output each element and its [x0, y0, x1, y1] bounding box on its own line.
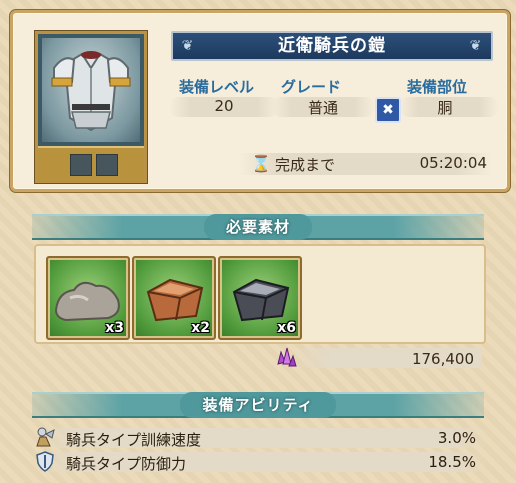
timer-label: 完成まで: [275, 156, 336, 174]
hourglass-icon: ⌛: [251, 154, 271, 173]
materials-header-title: 必要素材: [203, 214, 312, 240]
material-count-iron: x6: [277, 320, 296, 336]
cost-value: 176,400: [411, 350, 474, 368]
cavalry-icon: [36, 427, 55, 447]
abilities-header-title: 装備アビリティ: [180, 392, 336, 418]
equipment-title-banner: ❦ 近衛騎兵の鎧 ❦: [171, 31, 493, 61]
empty-slot-2[interactable]: [96, 154, 118, 176]
material-count-stone: x3: [105, 320, 124, 336]
equipment-card: ❦ 近衛騎兵の鎧 ❦ 装備レベル グレード 装備部位 20 普通 ✖ 胴 ⌛ 完…: [10, 10, 510, 192]
shield-icon: [36, 451, 54, 472]
equipment-slot-bar: [38, 146, 144, 182]
timer-value: 05:20:04: [419, 154, 487, 172]
ability-name-1: 騎兵タイプ訓練速度: [66, 431, 202, 449]
material-tile-iron[interactable]: x6: [218, 256, 302, 340]
part-value: 胴: [437, 99, 453, 117]
armor-part-icon: ✖: [375, 97, 401, 123]
material-tile-copper[interactable]: x2: [132, 256, 216, 340]
purple-crystal-icon: [277, 347, 297, 367]
material-tile-stone[interactable]: x3: [46, 256, 130, 340]
ornament-right-icon: ❦: [469, 38, 483, 54]
equipment-name: 近衛騎兵の鎧: [278, 36, 386, 56]
ability-value-2: 18.5%: [428, 453, 476, 471]
grade-value: 普通: [307, 99, 338, 117]
ornament-left-icon: ❦: [181, 38, 195, 54]
ability-value-1: 3.0%: [437, 429, 476, 447]
equipment-image-frame[interactable]: [35, 31, 147, 183]
materials-header: 必要素材: [32, 214, 484, 240]
empty-slot-1[interactable]: [70, 154, 92, 176]
part-label: 装備部位: [407, 78, 468, 96]
level-value: 20: [214, 97, 234, 115]
grade-label: グレード: [281, 78, 342, 96]
level-label: 装備レベル: [179, 78, 255, 96]
ability-name-2: 騎兵タイプ防御力: [66, 455, 187, 473]
material-count-copper: x2: [191, 320, 210, 336]
materials-panel: x3 x2 x6: [34, 244, 486, 344]
armor-image: [42, 38, 140, 142]
abilities-header: 装備アビリティ: [32, 392, 484, 418]
